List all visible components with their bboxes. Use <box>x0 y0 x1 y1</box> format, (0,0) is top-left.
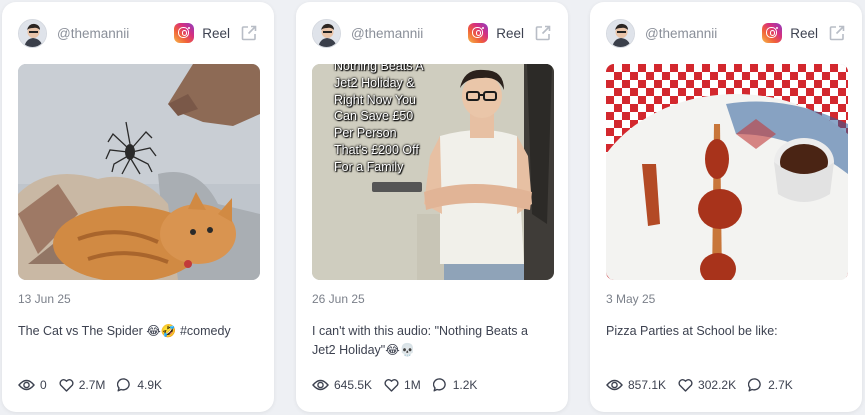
likes-stat: 302.2K <box>678 378 736 392</box>
likes-count: 1M <box>404 378 421 392</box>
post-stats: 857.1K 302.2K 2.7K <box>606 378 805 392</box>
platform-label: Reel <box>496 25 524 41</box>
account-handle[interactable]: @themannii <box>57 26 174 41</box>
card-header: @themannii Reel <box>312 18 552 48</box>
external-link-icon[interactable] <box>828 24 846 42</box>
eye-icon <box>312 379 329 391</box>
views-count: 857.1K <box>628 378 667 392</box>
post-date: 3 May 25 <box>606 292 656 306</box>
views-stat: 0 <box>18 378 47 392</box>
comments-count: 2.7K <box>768 378 793 392</box>
views-count: 645.5K <box>334 378 373 392</box>
instagram-icon <box>468 23 489 43</box>
post-stats: 0 2.7M 4.9K <box>18 378 174 392</box>
post-card[interactable]: @themannii Reel <box>590 2 862 412</box>
account-handle[interactable]: @themannii <box>351 26 468 41</box>
avatar[interactable] <box>18 18 47 48</box>
views-stat: 645.5K <box>312 378 372 392</box>
comments-stat: 4.9K <box>117 378 162 392</box>
platform-label: Reel <box>790 25 818 41</box>
post-thumbnail[interactable] <box>606 64 848 280</box>
comments-stat: 2.7K <box>748 378 793 392</box>
likes-count: 302.2K <box>698 378 737 392</box>
video-overlay-text: Nothing Beats A Jet2 Holiday & Right Now… <box>334 64 423 174</box>
views-count: 0 <box>40 378 47 392</box>
post-caption: I can't with this audio: "Nothing Beats … <box>312 324 528 357</box>
comments-count: 1.2K <box>452 378 478 392</box>
heart-icon <box>384 378 399 392</box>
comment-icon <box>748 378 761 392</box>
instagram-icon <box>174 23 195 43</box>
card-header: @themannii Reel <box>18 18 258 48</box>
post-card[interactable]: @themannii Reel <box>2 2 274 412</box>
comment-icon <box>117 378 131 392</box>
avatar[interactable] <box>312 18 341 48</box>
post-date: 13 Jun 25 <box>18 292 71 306</box>
external-link-icon[interactable] <box>240 24 258 42</box>
comment-icon <box>432 378 446 392</box>
eye-icon <box>606 379 623 391</box>
likes-count: 2.7M <box>78 378 106 392</box>
heart-icon <box>678 378 693 392</box>
avatar[interactable] <box>606 18 635 48</box>
post-card[interactable]: @themannii Reel <box>296 2 568 412</box>
comments-stat: 1.2K <box>432 378 478 392</box>
likes-stat: 1M <box>384 378 421 392</box>
eye-icon <box>18 379 35 391</box>
post-thumbnail[interactable]: Nothing Beats A Jet2 Holiday & Right Now… <box>312 64 554 280</box>
views-stat: 857.1K <box>606 378 666 392</box>
instagram-icon <box>762 23 783 43</box>
heart-icon <box>59 378 74 392</box>
post-date: 26 Jun 25 <box>312 292 365 306</box>
card-header: @themannii Reel <box>606 18 846 48</box>
account-handle[interactable]: @themannii <box>645 26 762 41</box>
post-thumbnail[interactable] <box>18 64 260 280</box>
external-link-icon[interactable] <box>534 24 552 42</box>
comments-count: 4.9K <box>137 378 163 392</box>
post-caption: The Cat vs The Spider 😂🤣 #comedy <box>18 324 231 338</box>
likes-stat: 2.7M <box>59 378 106 392</box>
post-caption: Pizza Parties at School be like: <box>606 324 778 338</box>
post-stats: 645.5K 1M 1.2K <box>312 378 489 392</box>
platform-label: Reel <box>202 25 230 41</box>
